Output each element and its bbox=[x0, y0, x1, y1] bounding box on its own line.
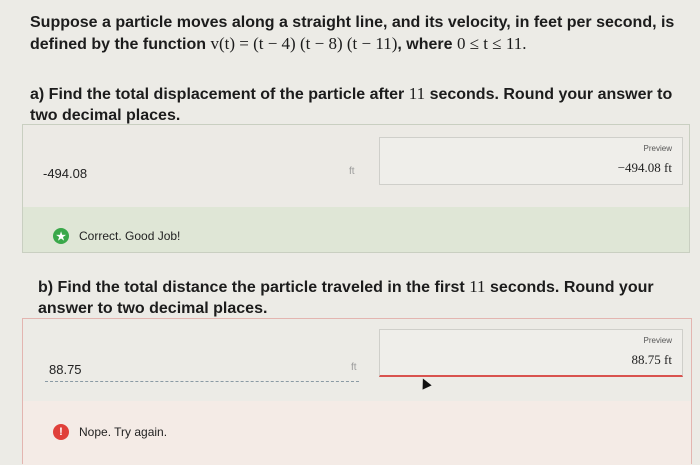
part-b-preview-label: Preview bbox=[643, 336, 672, 345]
part-b-preview-value: 88.75 ft bbox=[631, 352, 672, 367]
part-b-seconds: 11 bbox=[469, 277, 486, 296]
part-a-feedback: ★ Correct. Good Job! bbox=[53, 228, 180, 244]
part-b-input-underline bbox=[45, 381, 359, 382]
part-b-question-text: b) Find the total distance the particle … bbox=[38, 279, 465, 296]
velocity-function: v(t) = (t − 4) (t − 8) (t − 11) bbox=[210, 34, 398, 53]
part-a-question-line2: two decimal places. bbox=[30, 107, 181, 124]
part-b-question: b) Find the total distance the particle … bbox=[38, 276, 688, 319]
question-where: , where bbox=[397, 36, 453, 53]
question-defined-prefix: defined by the function bbox=[30, 36, 206, 53]
question-text: Suppose a particle moves along a straigh… bbox=[30, 12, 690, 55]
part-a-question-text-end: seconds. Round your answer to bbox=[429, 86, 673, 103]
part-a-preview: Preview −494.08 ft bbox=[379, 137, 683, 185]
part-a-answer-box: -494.08 ft Preview −494.08 ft ★ Correct.… bbox=[22, 124, 690, 253]
part-a-unit: ft bbox=[349, 166, 355, 177]
part-a-answer-input[interactable]: -494.08 bbox=[43, 166, 87, 181]
part-b-answer-box: 88.75 ft Preview 88.75 ft ! Nope. Try ag… bbox=[22, 318, 692, 465]
part-a-preview-value: −494.08 ft bbox=[617, 160, 672, 175]
part-b-unit: ft bbox=[351, 362, 357, 373]
check-star-icon: ★ bbox=[53, 228, 69, 244]
question-intro: Suppose a particle moves along a straigh… bbox=[30, 14, 675, 31]
part-a-preview-label: Preview bbox=[643, 144, 672, 153]
part-a-seconds: 11 bbox=[408, 84, 426, 103]
part-b-answer-input[interactable]: 88.75 bbox=[49, 362, 82, 377]
part-b-feedback-strip: ! Nope. Try again. bbox=[23, 401, 691, 465]
time-domain: 0 ≤ t ≤ 11. bbox=[456, 34, 527, 53]
part-b-feedback-text: Nope. Try again. bbox=[79, 425, 168, 439]
part-a-question-text: a) Find the total displacement of the pa… bbox=[30, 86, 405, 103]
part-a-feedback-text: Correct. Good Job! bbox=[79, 229, 181, 243]
part-b-question-line2: answer to two decimal places. bbox=[38, 300, 268, 317]
part-b-question-text-end: seconds. Round your bbox=[490, 279, 654, 296]
exclamation-icon: ! bbox=[53, 424, 69, 440]
part-a-answer-row: -494.08 ft Preview −494.08 ft bbox=[23, 125, 689, 207]
part-b-preview: Preview 88.75 ft bbox=[379, 329, 683, 377]
part-a-question: a) Find the total displacement of the pa… bbox=[30, 83, 690, 126]
part-b-feedback: ! Nope. Try again. bbox=[53, 424, 167, 440]
